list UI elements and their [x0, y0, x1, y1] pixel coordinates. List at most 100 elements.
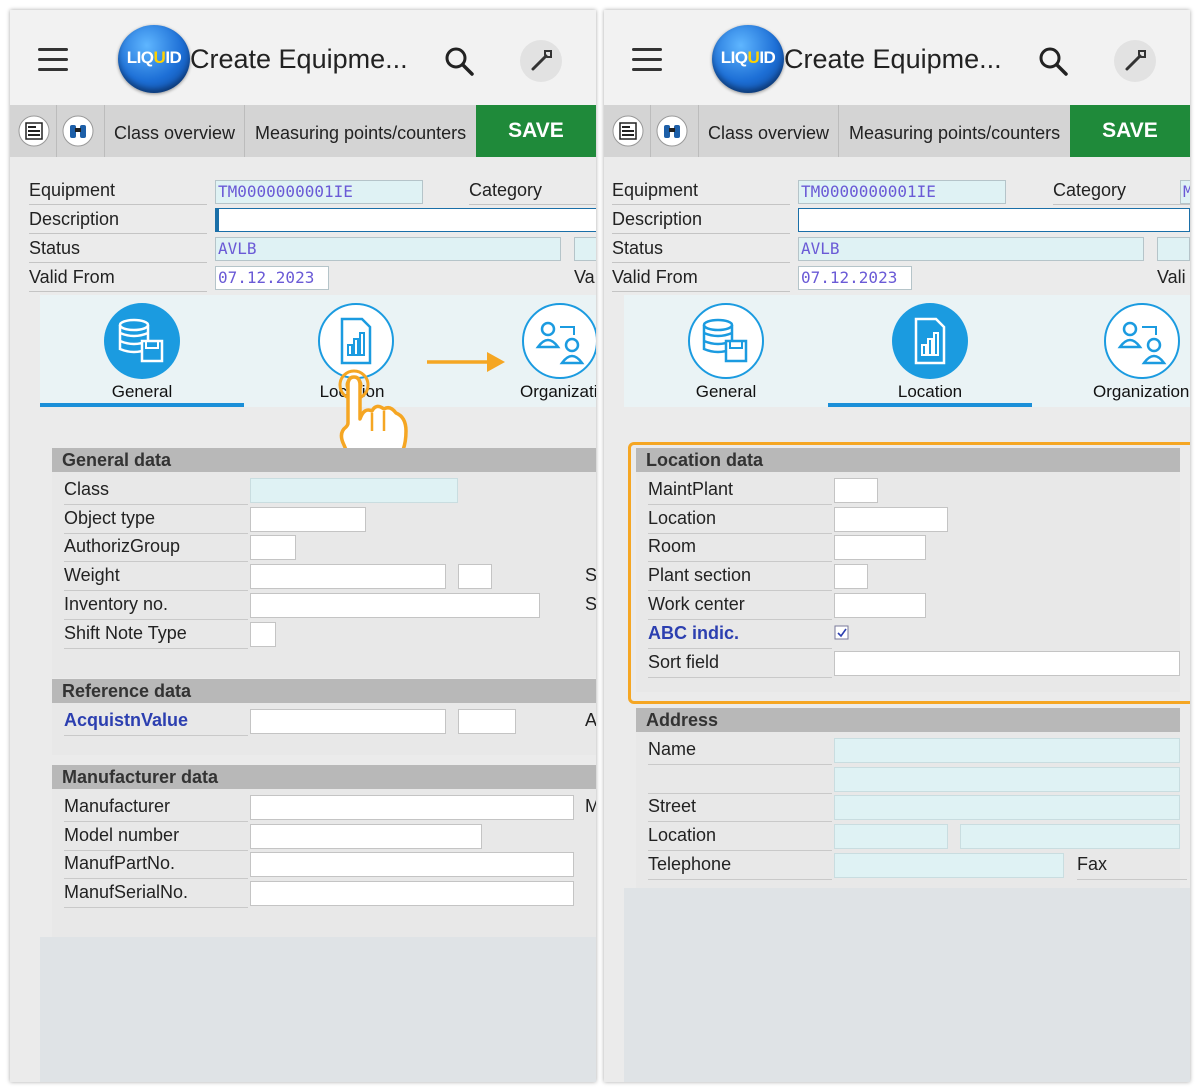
equipment-field[interactable]: TM0000000001IE	[215, 180, 423, 204]
people-icon	[522, 303, 596, 379]
equipment-label: Equipment	[29, 180, 208, 205]
search-icon[interactable]	[1038, 46, 1068, 76]
report-icon	[892, 303, 968, 379]
model-number-field[interactable]	[250, 824, 482, 849]
fax-label: Fax	[1077, 854, 1108, 874]
field-label: ManufSerialNo.	[64, 882, 189, 902]
field-label: Manufacturer	[64, 796, 171, 816]
field-label: Class	[64, 479, 110, 499]
tab-active-indicator	[828, 403, 1032, 407]
toolbar: Class overview Measuring points/counters…	[604, 105, 1190, 157]
edge-label: M	[585, 796, 596, 816]
field-label: ManufPartNo.	[64, 853, 176, 873]
save-button[interactable]: SAVE	[1070, 105, 1190, 157]
name-2-field[interactable]	[834, 767, 1180, 792]
tab-location[interactable]: Location	[828, 295, 1032, 407]
page-title: Create Equipme...	[190, 44, 408, 74]
manufacturer-field[interactable]	[250, 795, 574, 820]
weight-unit-field[interactable]	[458, 564, 492, 589]
object-type-field[interactable]	[250, 507, 366, 532]
content-area: Equipment TM0000000001IE Category Descri…	[10, 157, 596, 1082]
section-title: General data	[52, 448, 596, 472]
valid-from-field[interactable]: 07.12.2023	[798, 266, 912, 290]
liquid-logo: LIQUID	[712, 25, 784, 93]
menu-icon[interactable]	[38, 48, 68, 72]
acquisition-currency-field[interactable]	[458, 709, 516, 734]
binoculars-icon[interactable]	[62, 115, 94, 147]
screen-before: LIQUID Create Equipme... Class overview …	[10, 10, 596, 1082]
edge-label: S	[585, 565, 596, 585]
tab-location-label: Location	[897, 382, 963, 401]
wrench-icon[interactable]	[1114, 40, 1156, 82]
description-field[interactable]	[215, 208, 596, 232]
tab-general-label: General	[695, 382, 757, 401]
save-button[interactable]: SAVE	[476, 105, 596, 157]
city-field[interactable]	[960, 824, 1180, 849]
status-extra-field[interactable]	[1157, 237, 1190, 261]
field-label: Model number	[64, 825, 180, 845]
authoriz-group-field[interactable]	[250, 535, 296, 560]
database-icon	[104, 303, 180, 379]
status-label: Status	[612, 238, 791, 263]
telephone-field[interactable]	[834, 853, 1064, 878]
general-data-section: General data Class Object type AuthorizG…	[52, 448, 596, 678]
weight-field[interactable]	[250, 564, 446, 589]
street-field[interactable]	[834, 795, 1180, 820]
equipment-field[interactable]: TM0000000001IE	[798, 180, 1006, 204]
section-title: Manufacturer data	[52, 765, 596, 789]
category-field[interactable]: M	[1180, 180, 1190, 204]
status-field[interactable]: AVLB	[215, 237, 561, 261]
toolbar: Class overview Measuring points/counters…	[10, 105, 596, 157]
screen-after: LIQUID Create Equipme... Class overview …	[604, 10, 1190, 1082]
category-label: Category	[469, 180, 596, 205]
search-icon[interactable]	[444, 46, 474, 76]
class-field[interactable]	[250, 478, 458, 503]
empty-area	[624, 888, 1190, 1082]
empty-area	[40, 937, 596, 1082]
tab-strip: General Loction Organizatio	[40, 295, 596, 407]
measuring-points-button[interactable]: Measuring points/counters	[255, 123, 466, 144]
tab-active-indicator	[40, 403, 244, 407]
status-extra-field[interactable]	[574, 237, 596, 261]
manuf-serial-no-field[interactable]	[250, 881, 574, 906]
field-label: Weight	[64, 565, 120, 585]
tab-general-label: General	[111, 382, 173, 401]
status-field[interactable]: AVLB	[798, 237, 1144, 261]
edge-label: S	[585, 594, 596, 614]
binoculars-icon[interactable]	[656, 115, 688, 147]
shift-note-type-field[interactable]	[250, 622, 276, 647]
manuf-part-no-field[interactable]	[250, 852, 574, 877]
arrow-icon	[427, 352, 505, 372]
field-label: Inventory no.	[64, 594, 169, 614]
liquid-logo: LIQUID	[118, 25, 190, 93]
class-overview-button[interactable]: Class overview	[114, 123, 235, 144]
valid-from-label: Valid From	[612, 267, 790, 292]
tab-general[interactable]: General	[624, 295, 828, 407]
name-field[interactable]	[834, 738, 1180, 763]
section-title: Address	[636, 708, 1180, 732]
valid-from-field[interactable]: 07.12.2023	[215, 266, 329, 290]
wrench-icon[interactable]	[520, 40, 562, 82]
field-label: AuthorizGroup	[64, 536, 181, 556]
document-icon[interactable]	[18, 115, 50, 147]
field-label: Street	[648, 796, 697, 816]
address-section: Address Name Street Location Telephone F…	[636, 708, 1187, 888]
document-icon[interactable]	[612, 115, 644, 147]
acquisition-value-link[interactable]: AcquistnValue	[64, 710, 188, 731]
menu-icon[interactable]	[632, 48, 662, 72]
field-label: Shift Note Type	[64, 623, 187, 643]
acquisition-value-field[interactable]	[250, 709, 446, 734]
category-label: Category	[1053, 180, 1190, 205]
postal-code-field[interactable]	[834, 824, 948, 849]
equipment-label: Equipment	[612, 180, 791, 205]
measuring-points-button[interactable]: Measuring points/counters	[849, 123, 1060, 144]
class-overview-button[interactable]: Class overview	[708, 123, 829, 144]
field-label: Name	[648, 739, 697, 759]
app-bar: LIQUID Create Equipme...	[10, 10, 596, 105]
field-label: Object type	[64, 508, 156, 528]
inventory-no-field[interactable]	[250, 593, 540, 618]
tab-organization-label: Organization	[1093, 382, 1190, 401]
tab-general[interactable]: General	[40, 295, 244, 407]
description-field[interactable]	[798, 208, 1190, 232]
tab-organization[interactable]: Organization	[1044, 295, 1190, 407]
